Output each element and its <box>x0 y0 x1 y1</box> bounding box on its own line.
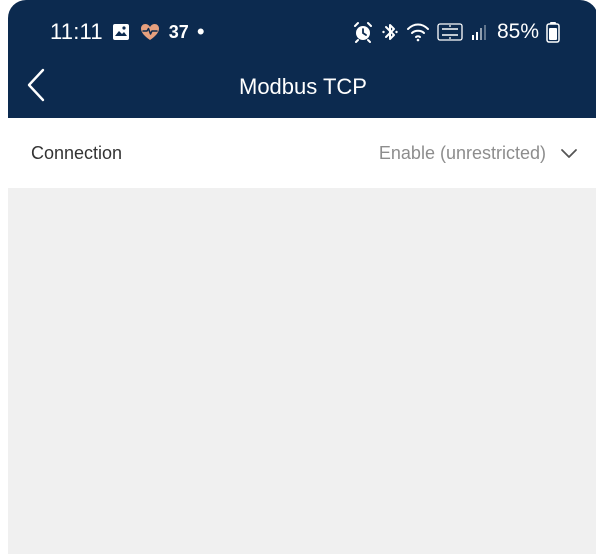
heart-icon <box>139 22 161 42</box>
status-bar-right: 85% <box>352 19 560 45</box>
connection-dropdown[interactable]: Enable (unrestricted) <box>379 141 578 165</box>
image-icon <box>111 22 131 42</box>
battery-icon <box>546 21 560 43</box>
bluetooth-icon <box>381 21 399 43</box>
empty-content-area <box>8 188 596 554</box>
connection-value: Enable (unrestricted) <box>378 143 546 163</box>
wifi-icon <box>406 21 430 43</box>
connection-label: Connection <box>31 143 123 163</box>
volte-lte-icon <box>437 21 463 43</box>
status-bar-left: 11:11 37 • <box>50 19 205 45</box>
page-title: Modbus TCP <box>239 74 367 99</box>
status-time: 11:11 <box>50 19 103 44</box>
status-bar: 11:11 37 • 85% <box>8 0 596 56</box>
health-count: 37 <box>168 22 189 42</box>
chevron-down-icon <box>560 147 578 159</box>
signal-icon <box>470 22 490 42</box>
app-header: 11:11 37 • 85% Modbus TCP <box>8 0 596 118</box>
connection-setting-row[interactable]: Connection Enable (unrestricted) <box>0 118 596 188</box>
mobile-screen: 11:11 37 • 85% Modbus TCP Connection Ena… <box>0 0 596 554</box>
title-bar: Modbus TCP <box>8 56 596 118</box>
notification-dot: • <box>196 19 205 44</box>
battery-percent: 85% <box>496 20 539 43</box>
alarm-clock-icon <box>352 21 374 43</box>
